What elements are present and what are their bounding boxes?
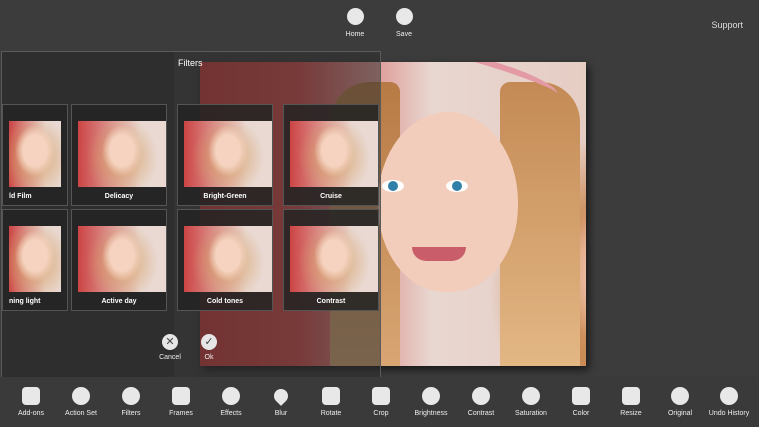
toolbar-label: Contrast — [467, 410, 495, 417]
resize-icon — [622, 387, 640, 405]
toolbar-label: Crop — [373, 410, 389, 417]
filters-icon — [122, 387, 140, 405]
filter-label: Contrast — [316, 298, 346, 305]
ok-button[interactable]: ✓ Ok — [194, 334, 224, 361]
add-ons-icon — [22, 387, 40, 405]
ok-label: Ok — [204, 354, 214, 361]
toolbar-undo-history[interactable]: Undo History — [701, 387, 757, 417]
toolbar-label: Original — [667, 410, 693, 417]
cancel-button[interactable]: ✕ Cancel — [155, 334, 185, 361]
close-icon: ✕ — [162, 334, 178, 350]
filter-thumbnail-delicacy[interactable]: Delicacy — [71, 104, 167, 206]
filter-label: ning light — [9, 298, 41, 305]
bottom-toolbar: Add-ons Action Set Filters Frames Effect… — [0, 377, 759, 427]
filter-thumbnail-bright-green[interactable]: Bright-Green — [177, 104, 273, 206]
toolbar-filters[interactable]: Filters — [103, 387, 159, 417]
toolbar-brightness[interactable]: Brightness — [403, 387, 459, 417]
filter-label: ld Film — [9, 193, 32, 200]
filter-thumbnail-contrast[interactable]: Contrast — [283, 209, 379, 311]
toolbar-saturation[interactable]: Saturation — [503, 387, 559, 417]
home-button[interactable]: Home — [335, 8, 375, 38]
filter-thumbnail-cruise[interactable]: Cruise — [283, 104, 379, 206]
save-button[interactable]: Save — [384, 8, 424, 38]
toolbar-label: Brightness — [414, 410, 448, 417]
filter-thumbnail-active-day[interactable]: Active day — [71, 209, 167, 311]
undo-icon — [720, 387, 738, 405]
toolbar-rotate[interactable]: Rotate — [303, 387, 359, 417]
spiral-icon — [522, 387, 540, 405]
play-icon — [72, 387, 90, 405]
toolbar-label: Filters — [121, 410, 141, 417]
toolbar-effects[interactable]: Effects — [203, 387, 259, 417]
drop-icon — [271, 386, 291, 406]
filter-thumbnail-cold-tones[interactable]: Cold tones — [177, 209, 273, 311]
rotate-icon — [322, 387, 340, 405]
contrast-icon — [472, 387, 490, 405]
frames-icon — [172, 387, 190, 405]
crop-icon — [372, 387, 390, 405]
top-bar: Home Save Support — [0, 0, 759, 50]
filter-label: Active day — [101, 298, 137, 305]
toolbar-resize[interactable]: Resize — [603, 387, 659, 417]
toolbar-color[interactable]: Color — [553, 387, 609, 417]
save-label: Save — [396, 31, 412, 38]
toolbar-label: Saturation — [515, 410, 547, 417]
toolbar-label: Frames — [169, 410, 193, 417]
toolbar-blur[interactable]: Blur — [253, 386, 309, 417]
toolbar-add-ons[interactable]: Add-ons — [3, 387, 59, 417]
toolbar-crop[interactable]: Crop — [353, 387, 409, 417]
toolbar-label: Blur — [274, 410, 288, 417]
eye-icon — [671, 387, 689, 405]
toolbar-label: Effects — [220, 410, 242, 417]
filters-panel: Filters ld Film Delicacy Bright-Green Cr… — [1, 51, 381, 379]
save-icon — [395, 8, 413, 25]
toolbar-original[interactable]: Original — [652, 387, 708, 417]
sun-icon — [422, 387, 440, 405]
check-icon: ✓ — [201, 334, 217, 350]
toolbar-frames[interactable]: Frames — [153, 387, 209, 417]
filter-thumbnail-old-film[interactable]: ld Film — [2, 104, 68, 206]
heart-icon — [222, 387, 240, 405]
toolbar-label: Undo History — [708, 410, 750, 417]
toolbar-label: Color — [572, 410, 590, 417]
support-link[interactable]: Support — [711, 20, 743, 30]
filters-title: Filters — [178, 58, 203, 68]
filter-label: Cold tones — [206, 298, 244, 305]
filter-thumbnail-morning-light[interactable]: ning light — [2, 209, 68, 311]
home-label: Home — [345, 31, 365, 38]
filter-label: Bright-Green — [203, 193, 247, 200]
toolbar-label: Add-ons — [17, 410, 45, 417]
toolbar-action-set[interactable]: Action Set — [53, 387, 109, 417]
filter-label: Delicacy — [104, 193, 134, 200]
sliders-icon — [572, 387, 590, 405]
toolbar-label: Resize — [620, 410, 642, 417]
toolbar-contrast[interactable]: Contrast — [453, 387, 509, 417]
home-icon — [346, 8, 364, 25]
toolbar-label: Rotate — [320, 410, 342, 417]
toolbar-label: Action Set — [65, 410, 97, 417]
cancel-label: Cancel — [159, 354, 181, 361]
filter-label: Cruise — [320, 193, 342, 200]
